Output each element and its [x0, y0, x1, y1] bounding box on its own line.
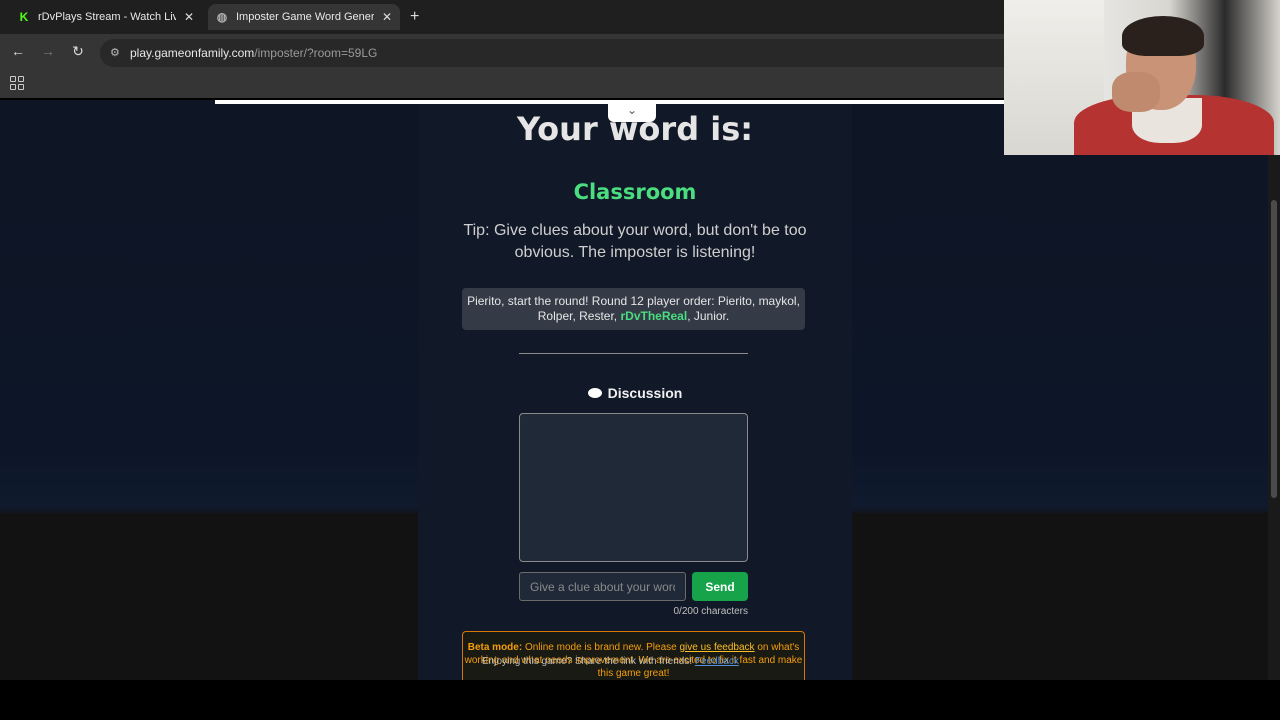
close-icon[interactable]: ✕	[184, 10, 194, 24]
discussion-title: Discussion	[418, 385, 852, 401]
url-host: play.gameonfamily.com	[130, 46, 255, 60]
apps-grid-icon[interactable]	[10, 76, 24, 90]
send-button[interactable]: Send	[692, 572, 748, 601]
tab-title: Imposter Game Word Generato	[236, 11, 374, 23]
divider	[519, 353, 748, 354]
beta-text: Online mode is brand new. Please	[522, 642, 680, 653]
share-prompt: Enjoying this game? Share the link with …	[482, 656, 802, 667]
discussion-label: Discussion	[607, 385, 683, 401]
scrollbar-thumb[interactable]	[1271, 200, 1277, 498]
character-count: 0/200 characters	[673, 606, 749, 617]
page-scrollbar[interactable]	[1268, 100, 1280, 680]
page-viewport: Your word is: Classroom Tip: Give clues …	[0, 100, 1280, 680]
share-text: Enjoying this game? Share the link with …	[482, 656, 693, 667]
webcam-person-hand	[1112, 72, 1160, 112]
share-feedback-link[interactable]: Feedback	[695, 656, 739, 667]
beta-label: Beta mode:	[467, 642, 523, 653]
reload-icon[interactable]: ↻	[68, 43, 88, 60]
order-suffix: , Junior.	[687, 309, 730, 323]
tab-imposter[interactable]: ◍ Imposter Game Word Generato ✕	[208, 4, 401, 30]
discussion-chat-box[interactable]	[519, 413, 748, 562]
player-order-box: Pierito, start the round! Round 12 playe…	[462, 288, 805, 330]
bottom-black-bar	[0, 680, 1280, 720]
url-path: /imposter/?room=59LG	[254, 46, 378, 60]
webcam-person-hair	[1122, 16, 1204, 56]
game-card: Your word is: Classroom Tip: Give clues …	[418, 100, 852, 680]
tip-text: Tip: Give clues about your word, but don…	[463, 222, 807, 261]
kick-icon: K	[19, 10, 29, 24]
chevron-down-icon[interactable]: ⌄	[608, 102, 656, 122]
speech-bubble-icon	[587, 388, 602, 399]
secret-word: Classroom	[573, 180, 697, 204]
new-tab-button[interactable]: +	[410, 8, 419, 26]
feedback-link[interactable]: give us feedback	[680, 642, 755, 653]
webcam-overlay	[1004, 0, 1280, 155]
back-icon[interactable]: ←	[8, 43, 28, 59]
close-icon[interactable]: ✕	[382, 10, 392, 24]
current-player-name: rDvTheReal	[620, 309, 688, 323]
site-settings-icon[interactable]: ⚙	[110, 46, 120, 59]
globe-icon: ◍	[216, 10, 228, 24]
clue-input[interactable]	[519, 572, 686, 601]
tab-title: rDvPlays Stream - Watch Live o	[38, 11, 176, 23]
forward-icon[interactable]: →	[38, 43, 58, 59]
tab-stream[interactable]: K rDvPlays Stream - Watch Live o ✕	[10, 4, 202, 30]
address-bar[interactable]: ⚙ play.gameonfamily.com/imposter/?room=5…	[100, 39, 1020, 67]
